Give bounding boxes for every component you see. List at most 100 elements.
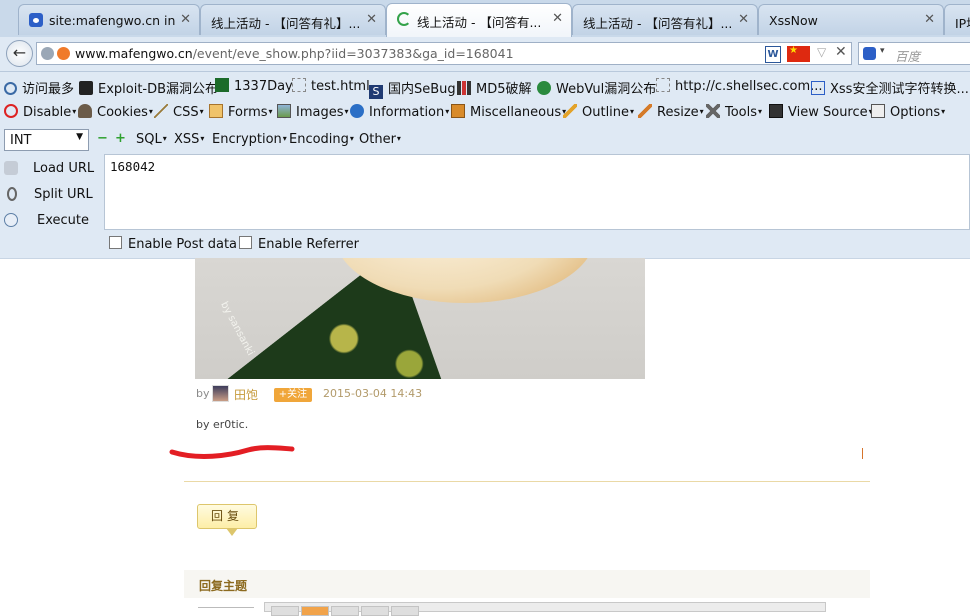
reply-editor-field[interactable]	[198, 607, 254, 613]
tab-title: 线上活动 - 【问答有礼】...	[583, 16, 733, 31]
menu-information[interactable]: Information▾	[350, 104, 449, 120]
resize-icon	[638, 104, 652, 118]
menu-other[interactable]: Other▾	[359, 132, 401, 147]
reply-button-tail	[226, 528, 238, 536]
menu-options[interactable]: Options▾	[871, 104, 945, 120]
tab-title: 线上活动 - 【问答有...	[417, 15, 542, 30]
tab-6[interactable]: IP地	[944, 4, 970, 35]
menu-encryption[interactable]: Encryption▾	[212, 132, 287, 147]
back-button[interactable]: ←	[6, 40, 33, 67]
editor-tool-button[interactable]	[331, 606, 359, 616]
bookmark-test-html[interactable]: test.html	[292, 78, 370, 94]
china-flag-icon[interactable]	[787, 45, 810, 62]
bookmark-most-visited[interactable]: 访问最多	[4, 78, 74, 97]
url-text[interactable]: www.mafengwo.cn/event/eve_show.php?iid=3…	[75, 46, 514, 61]
tab-2[interactable]: 线上活动 - 【问答有礼】... ✕	[200, 4, 386, 35]
search-placeholder: 百度	[895, 49, 921, 64]
menu-label: Encoding	[289, 132, 349, 147]
menu-label: Tools	[725, 105, 758, 120]
reply-editor	[198, 602, 827, 616]
close-tab-icon[interactable]: ✕	[180, 12, 191, 27]
baidu-engine-icon[interactable]	[863, 47, 876, 60]
reply-button[interactable]: 回复	[197, 504, 257, 529]
menu-label: Resize	[657, 105, 699, 120]
close-tab-icon[interactable]: ✕	[366, 12, 377, 27]
hackbar-url-textarea[interactable]: 168042	[104, 154, 970, 230]
enable-referrer-checkbox[interactable]: Enable Referrer	[239, 236, 359, 252]
word-icon[interactable]: W	[765, 46, 781, 63]
bookmark-shellsec[interactable]: http://c.shellsec.com...	[656, 78, 823, 94]
follow-button[interactable]: +关注	[274, 388, 312, 402]
editor-tool-button[interactable]	[361, 606, 389, 616]
button-label: Split URL	[34, 187, 93, 202]
address-bar[interactable]: www.mafengwo.cn/event/eve_show.php?iid=3…	[36, 42, 852, 65]
enable-post-data-checkbox[interactable]: Enable Post data	[109, 236, 237, 252]
bookmark-label: WebVul漏洞公布	[556, 82, 657, 97]
menu-tools[interactable]: Tools▾	[706, 104, 762, 120]
engine-dropdown-icon[interactable]: ▾	[880, 46, 885, 56]
menu-sql[interactable]: SQL▾	[136, 132, 167, 147]
menu-forms[interactable]: Forms▾	[209, 104, 273, 120]
options-icon	[871, 104, 885, 118]
menu-resize[interactable]: Resize▾	[638, 104, 704, 120]
menu-images[interactable]: Images▾	[277, 104, 349, 120]
increase-button[interactable]: +	[115, 131, 126, 146]
load-url-button[interactable]: Load URL	[0, 156, 104, 182]
menu-label: Disable	[23, 105, 72, 120]
close-tab-icon[interactable]: ✕	[552, 11, 563, 26]
menu-encoding[interactable]: Encoding▾	[289, 132, 354, 147]
menu-label: Encryption	[212, 132, 282, 147]
back-arrow-icon: ←	[12, 43, 27, 62]
hackbar-options: Enable Post data Enable Referrer	[0, 230, 970, 259]
red-annotation-underline	[169, 445, 295, 459]
bookmark-xss-convert[interactable]: Xss安全测试字符转换...	[811, 78, 969, 97]
editor-tool-button[interactable]	[271, 606, 299, 616]
bookmark-1337day[interactable]: 1337Day	[215, 78, 293, 94]
search-box[interactable]: ▾ 百度	[858, 42, 970, 65]
bookmark-label: MD5破解	[476, 82, 532, 97]
editor-tool-button[interactable]	[391, 606, 419, 616]
tab-4[interactable]: 线上活动 - 【问答有礼】... ✕	[572, 4, 758, 35]
close-tab-icon[interactable]: ✕	[924, 12, 935, 27]
site-identity-icon[interactable]	[41, 47, 54, 60]
load-url-icon	[4, 161, 18, 175]
grid-icon	[457, 81, 471, 95]
reply-section-title: 回复主题	[199, 579, 248, 593]
menu-css[interactable]: CSS▾	[154, 104, 204, 120]
avatar[interactable]	[212, 385, 229, 402]
post-photo	[195, 258, 645, 379]
bookmark-sebug[interactable]: S 国内SeBug	[369, 78, 456, 99]
bookmark-webvul[interactable]: WebVul漏洞公布	[537, 78, 656, 97]
menu-cookies[interactable]: Cookies▾	[78, 104, 153, 120]
editor-tool-button-active[interactable]	[301, 606, 329, 616]
exploit-db-icon	[79, 81, 93, 95]
execute-icon	[4, 213, 18, 227]
menu-miscellaneous[interactable]: Miscellaneous▾	[451, 104, 566, 120]
bookmark-label: Exploit-DB漏洞公布	[98, 82, 219, 97]
menu-disable[interactable]: Disable▾	[4, 104, 76, 120]
tab-1[interactable]: site:mafengwo.cn in... ✕	[18, 4, 200, 35]
chevron-down-icon: ▼	[76, 132, 83, 142]
web-developer-toolbar: Disable▾ Cookies▾ CSS▾ Forms▾ Images▾ In…	[0, 99, 970, 126]
comment-text: by er0tic.	[196, 418, 249, 431]
menu-label: Images	[296, 105, 344, 120]
menu-outline[interactable]: Outline▾	[563, 104, 634, 120]
type-select[interactable]: INT ▼	[4, 129, 89, 151]
bookmark-md5[interactable]: MD5破解	[457, 78, 532, 97]
menu-xss[interactable]: XSS▾	[174, 132, 204, 147]
split-url-button[interactable]: Split URL	[0, 182, 104, 208]
page-icon	[656, 78, 670, 92]
bookmark-exploit-db[interactable]: Exploit-DB漏洞公布	[79, 78, 218, 97]
tab-5[interactable]: XssNow ✕	[758, 4, 944, 35]
view-source-icon	[769, 104, 783, 118]
menu-view-source[interactable]: View Source▾	[769, 104, 873, 120]
close-tab-icon[interactable]: ✕	[738, 12, 749, 27]
author-name[interactable]: 田饱	[234, 386, 258, 403]
url-dropdown-icon[interactable]: ▽	[817, 45, 826, 59]
addon-icon[interactable]	[57, 47, 70, 60]
tab-title: XssNow	[769, 13, 818, 28]
stop-icon[interactable]: ✕	[835, 44, 847, 60]
tab-3-active[interactable]: 线上活动 - 【问答有... ✕	[386, 3, 572, 37]
decrease-button[interactable]: −	[97, 131, 108, 146]
button-label: Load URL	[33, 161, 95, 176]
